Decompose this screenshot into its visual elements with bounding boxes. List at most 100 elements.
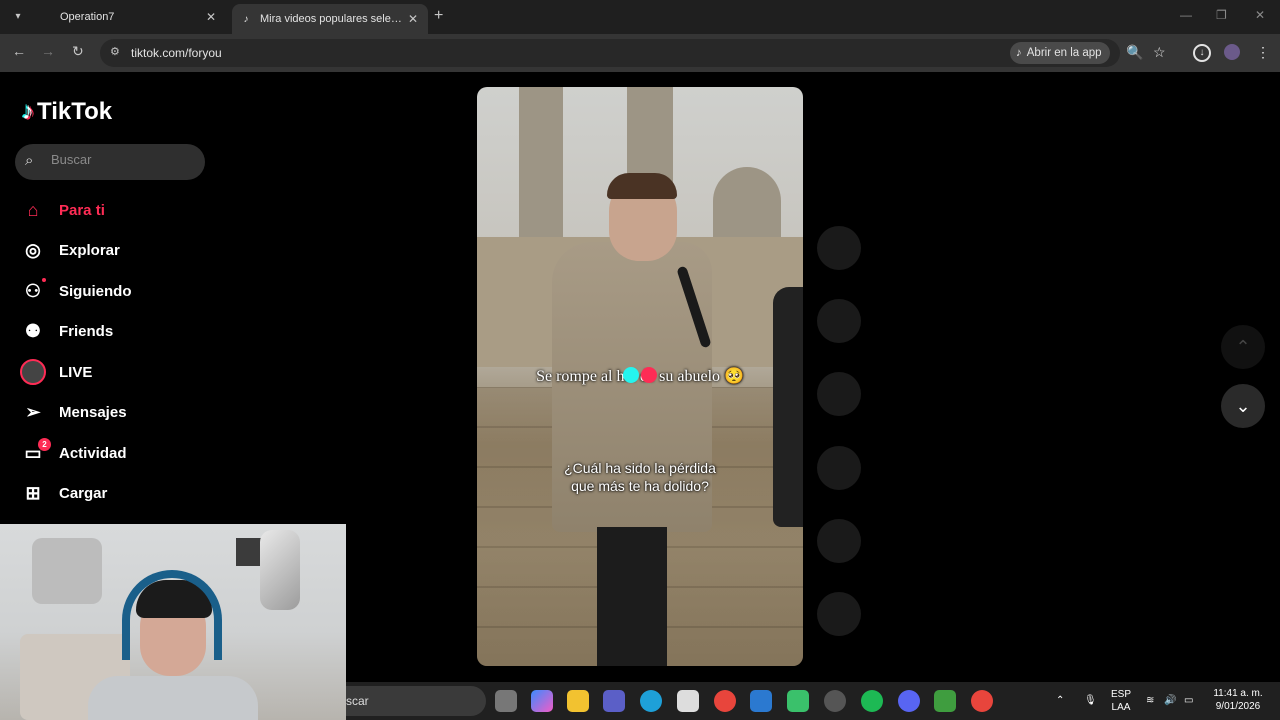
browser-tab-strip: ▾ Operation7 ✕ ♪ Mira videos populares s… — [0, 0, 1280, 34]
friends-icon: ⚉ — [24, 321, 42, 342]
nav-item-siguiendo[interactable]: ⚇ Siguiendo — [20, 271, 220, 312]
address-bar[interactable]: ⚙ tiktok.com/foryou — [100, 39, 1120, 67]
language-indicator[interactable]: ESP LAA — [1106, 688, 1136, 714]
sidebar-nav: ⌂ Para ti ◎ Explorar ⚇ Siguiendo ⚉ Frien… — [20, 190, 220, 514]
person-shirt — [88, 676, 258, 720]
task-view-icon[interactable] — [495, 690, 517, 712]
search-box[interactable]: ⌕ — [15, 144, 205, 180]
maximize-button[interactable]: ❐ — [1216, 8, 1227, 22]
chrome-icon[interactable] — [971, 690, 993, 712]
nav-item-mensajes[interactable]: ➢ Mensajes — [20, 393, 220, 434]
loading-dot-cyan — [623, 367, 639, 383]
store-icon[interactable] — [677, 690, 699, 712]
spotify-icon[interactable] — [861, 690, 883, 712]
headset — [122, 570, 222, 660]
share-button-placeholder[interactable] — [817, 519, 861, 563]
edge-icon[interactable] — [640, 690, 662, 712]
wifi-icon[interactable]: ≋ — [1146, 694, 1154, 707]
clock-time: 11:41 a. m. — [1213, 688, 1263, 699]
clock[interactable]: 11:41 a. m. 9/01/2026 — [1208, 687, 1268, 713]
new-tab-button[interactable]: + — [434, 7, 443, 25]
copilot-icon[interactable] — [531, 690, 553, 712]
balloon-letters — [32, 538, 102, 604]
download-icon[interactable]: ↓ — [1193, 44, 1211, 62]
nav-label: Explorar — [59, 242, 120, 260]
nav-item-para-ti[interactable]: ⌂ Para ti — [20, 190, 220, 231]
upload-icon: ⊞ — [25, 483, 41, 504]
volume-icon[interactable]: 🔊 — [1164, 694, 1176, 707]
search-input[interactable] — [51, 152, 191, 167]
tab-search-menu-icon[interactable]: ▾ — [8, 6, 28, 26]
comment-button-placeholder[interactable] — [817, 372, 861, 416]
nav-item-actividad[interactable]: ▭ 2 Actividad — [20, 433, 220, 474]
file-explorer-icon[interactable] — [567, 690, 589, 712]
messages-icon: ➢ — [25, 402, 41, 423]
teams-icon[interactable] — [603, 690, 625, 712]
loading-indicator — [623, 367, 659, 383]
person-hair — [607, 173, 677, 199]
previous-video-button[interactable]: ⌃ — [1221, 325, 1265, 369]
close-window-button[interactable]: ✕ — [1255, 8, 1265, 22]
nav-item-cargar[interactable]: ⊞ Cargar — [20, 474, 220, 515]
tower-shape — [519, 87, 563, 247]
nav-label: Mensajes — [59, 404, 127, 422]
bookmark-star-icon[interactable]: ☆ — [1153, 44, 1166, 61]
forward-arrow-icon[interactable]: → — [41, 43, 55, 59]
search-icon: ⌕ — [25, 152, 34, 169]
close-tab-icon[interactable]: ✕ — [202, 10, 220, 24]
loading-dot-pink — [641, 367, 657, 383]
discord-icon[interactable] — [898, 690, 920, 712]
wall-frame — [236, 538, 262, 566]
clock-date: 9/01/2026 — [1215, 701, 1261, 712]
tiktok-favicon-icon: ♪ — [243, 13, 249, 25]
back-arrow-icon[interactable]: ← — [12, 43, 26, 59]
open-in-app-button[interactable]: ♪ Abrir en la app — [1010, 42, 1110, 64]
following-icon: ⚇ — [24, 280, 42, 301]
close-tab-icon[interactable]: ✕ — [404, 12, 422, 26]
tab-operation7[interactable]: Operation7 ✕ — [36, 4, 226, 30]
taskbar-search-text: scar — [346, 694, 369, 708]
next-video-button[interactable]: ⌄ — [1221, 384, 1265, 428]
open-in-app-label: Abrir en la app — [1026, 47, 1102, 59]
zoom-icon[interactable]: 🔍 — [1126, 44, 1143, 61]
save-button-placeholder[interactable] — [817, 446, 861, 490]
nav-label: Para ti — [59, 201, 105, 219]
avatar-placeholder[interactable] — [817, 226, 861, 270]
tiktok-note-icon: ♪ — [22, 98, 34, 125]
obs-icon[interactable] — [824, 690, 846, 712]
nav-label: Actividad — [59, 444, 127, 462]
foil-balloon — [260, 530, 300, 610]
nav-item-friends[interactable]: ⚉ Friends — [20, 312, 220, 353]
minecraft-icon[interactable] — [934, 690, 956, 712]
video-player[interactable]: Se rompe al hal de su abuelo 🥺 ¿Cuál ha … — [477, 87, 803, 666]
music-disc-placeholder[interactable] — [817, 592, 861, 636]
dome-shape — [713, 167, 781, 237]
tab-title: Operation7 — [60, 11, 115, 23]
nav-label: Siguiendo — [59, 282, 132, 300]
like-button-placeholder[interactable] — [817, 299, 861, 343]
logo-text: TikTok — [37, 98, 113, 125]
site-settings-icon[interactable]: ⚙ — [110, 45, 120, 58]
battery-icon[interactable]: ▭ — [1184, 694, 1193, 707]
nav-label: LIVE — [59, 363, 93, 381]
tab-tiktok[interactable]: ♪ Mira videos populares seleccionados pa… — [232, 4, 428, 34]
tiktok-small-icon: ♪ — [1016, 47, 1022, 59]
tiktok-logo[interactable]: ♪ TikTok — [22, 98, 112, 126]
chrome-icon[interactable] — [714, 690, 736, 712]
taskbar-search[interactable]: scar — [346, 686, 486, 716]
language-code: ESP — [1110, 689, 1131, 700]
app-icon[interactable] — [750, 690, 772, 712]
url-text: tiktok.com/foryou — [131, 46, 222, 60]
tray-chevron-icon[interactable]: ⌃ — [1056, 694, 1064, 707]
profile-avatar[interactable] — [1224, 44, 1240, 60]
activity-badge: 2 — [38, 438, 51, 451]
nav-label: Friends — [59, 323, 114, 341]
minimize-button[interactable]: — — [1180, 8, 1192, 22]
menu-kebab-icon[interactable]: ⋮ — [1256, 44, 1270, 61]
microphone-icon[interactable]: 🎙 — [1084, 694, 1097, 707]
reload-icon[interactable]: ↻ — [72, 43, 84, 60]
tab-title: Mira videos populares seleccionados para… — [260, 13, 404, 25]
app-icon[interactable] — [787, 690, 809, 712]
nav-item-explorar[interactable]: ◎ Explorar — [20, 231, 220, 272]
nav-item-live[interactable]: LIVE — [20, 352, 220, 393]
